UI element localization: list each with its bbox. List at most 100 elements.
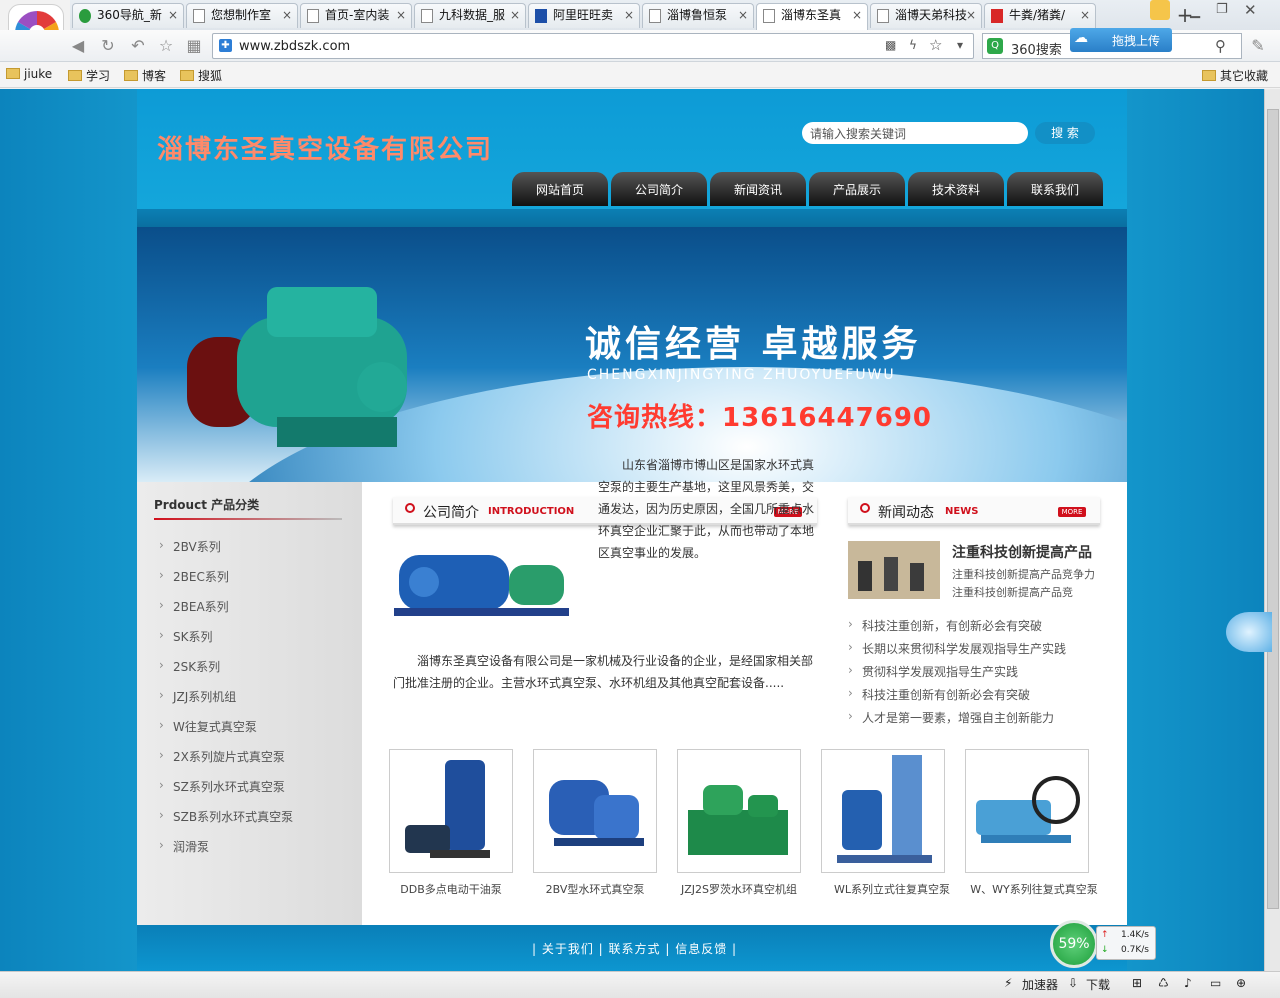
product-image[interactable] — [389, 749, 513, 873]
product-name[interactable]: WL系列立式往复真空泵 — [822, 881, 962, 897]
close-icon[interactable]: × — [1080, 4, 1090, 26]
product-name[interactable]: DDB多点电动干油泵 — [381, 881, 521, 897]
category-item[interactable]: 2BEC系列 — [159, 568, 229, 585]
site-search-button[interactable]: 搜 索 — [1035, 122, 1095, 144]
nav-contact[interactable]: 联系我们 — [1007, 172, 1103, 206]
maximize-icon[interactable]: ❐ — [1216, 2, 1228, 17]
page-icon — [79, 9, 91, 23]
other-bookmarks[interactable]: 其它收藏 — [1202, 67, 1268, 84]
category-item[interactable]: 2SK系列 — [159, 658, 220, 675]
category-item[interactable]: JZJ系列机组 — [159, 688, 236, 705]
tab-bar: 360导航_新 × 您想制作室 × 首页-室内装 × 九科数据_服 × 阿里旺旺卖 × 淄… — [70, 0, 1280, 30]
tab-active[interactable]: 淄博东圣真 × — [756, 3, 868, 30]
close-icon[interactable]: × — [966, 4, 976, 26]
upload-speed: 1.4K/s — [1121, 930, 1149, 940]
news-item[interactable]: 人才是第一要素，增强自主创新能力 — [848, 709, 1054, 726]
close-icon[interactable]: × — [738, 4, 748, 26]
star-icon[interactable]: ☆ — [929, 36, 942, 54]
product-name[interactable]: JZJ2S罗茨水环真空机组 — [669, 881, 809, 897]
bookmark-label: 学习 — [86, 69, 111, 83]
accelerator-button[interactable]: 加速器 — [1022, 976, 1058, 993]
trash-icon[interactable]: ♺ — [1158, 976, 1169, 990]
dropdown-icon[interactable]: ▾ — [957, 38, 963, 52]
news-item[interactable]: 贯彻科学发展观指导生产实践 — [848, 663, 1018, 680]
product-name[interactable]: W、WY系列往复式真空泵 — [964, 881, 1104, 897]
tab-3[interactable]: 首页-室内装 × — [300, 3, 412, 28]
zoom-icon[interactable]: ⊕ — [1236, 976, 1246, 990]
download-button[interactable]: 下载 — [1086, 976, 1110, 993]
bookmark-bar: jiuke 学习 博客 搜狐 其它收藏 — [0, 62, 1280, 88]
skin-icon[interactable] — [1150, 0, 1170, 20]
close-icon[interactable]: × — [282, 4, 292, 26]
product-image[interactable] — [677, 749, 801, 873]
close-window-icon[interactable]: ✕ — [1244, 1, 1257, 19]
category-item[interactable]: SK系列 — [159, 628, 212, 645]
bookmark-study[interactable]: 学习 — [68, 67, 110, 84]
page-icon — [649, 9, 661, 23]
close-icon[interactable]: × — [396, 4, 406, 26]
back-icon[interactable]: ◀ — [68, 36, 88, 56]
apps-grid-icon[interactable]: ▦ — [184, 36, 204, 56]
search-engine-icon[interactable]: Q — [987, 38, 1003, 54]
news-en-label: NEWS — [945, 506, 979, 517]
add-icon[interactable]: ⊞ — [1132, 976, 1142, 990]
refresh-icon[interactable]: ↻ — [98, 36, 118, 56]
close-icon[interactable]: × — [852, 4, 862, 26]
nav-home[interactable]: 网站首页 — [512, 172, 608, 206]
tab-5[interactable]: 阿里旺旺卖 × — [528, 3, 640, 28]
sound-icon[interactable]: ♪ — [1184, 976, 1192, 990]
product-name[interactable]: 2BV型水环式真空泵 — [525, 881, 665, 897]
nav-news[interactable]: 新闻资讯 — [710, 172, 806, 206]
nav-products[interactable]: 产品展示 — [809, 172, 905, 206]
tab-4[interactable]: 九科数据_服 × — [414, 3, 526, 28]
floating-widget-icon[interactable] — [1226, 612, 1272, 652]
news-item[interactable]: 科技注重创新，有创新必会有突破 — [848, 617, 1042, 634]
product-image[interactable] — [965, 749, 1089, 873]
close-icon[interactable]: × — [510, 4, 520, 26]
bookmark-blog[interactable]: 博客 — [124, 67, 166, 84]
tab-9[interactable]: 牛粪/猪粪/ × — [984, 3, 1096, 28]
search-icon[interactable]: ⚲ — [1215, 37, 1226, 55]
tab-2[interactable]: 您想制作室 × — [186, 3, 298, 28]
url-text[interactable]: www.zbdszk.com — [239, 39, 350, 54]
category-item[interactable]: SZ系列水环式真空泵 — [159, 778, 285, 795]
nav-tech[interactable]: 技术资料 — [908, 172, 1004, 206]
window-icon[interactable]: ▭ — [1210, 976, 1221, 990]
category-item[interactable]: SZB系列水环式真空泵 — [159, 808, 293, 825]
address-bar[interactable]: ✚ www.zbdszk.com ▩ ϟ ☆ ▾ — [212, 33, 974, 59]
news-more-button[interactable]: MORE — [1058, 507, 1086, 517]
scrollbar[interactable] — [1264, 89, 1280, 971]
tab-6[interactable]: 淄博鲁恒泵 × — [642, 3, 754, 28]
category-item[interactable]: 2BEA系列 — [159, 598, 229, 615]
news-feature-title[interactable]: 注重科技创新提高产品 — [952, 542, 1092, 562]
upload-button[interactable]: ☁ 拖拽上传 — [1070, 28, 1172, 52]
page-icon — [877, 9, 889, 23]
news-item[interactable]: 科技注重创新有创新必会有突破 — [848, 686, 1030, 703]
lightning-icon[interactable]: ϟ — [909, 38, 917, 52]
qr-code-icon[interactable]: ▩ — [885, 38, 896, 52]
category-item[interactable]: 润滑泵 — [159, 838, 209, 855]
tab-label: 淄博天弟科技 — [895, 8, 968, 22]
bookmark-jiuke[interactable]: jiuke — [6, 67, 52, 81]
close-icon[interactable]: × — [168, 4, 178, 26]
page-icon — [193, 9, 205, 23]
tools-icon[interactable]: ✎ — [1248, 36, 1268, 56]
close-icon[interactable]: × — [624, 4, 634, 26]
news-item[interactable]: 长期以来贯彻科学发展观指导生产实践 — [848, 640, 1066, 657]
product-image[interactable] — [821, 749, 945, 873]
category-item[interactable]: W往复式真空泵 — [159, 718, 257, 735]
category-item[interactable]: 2X系列旋片式真空泵 — [159, 748, 285, 765]
nav-about[interactable]: 公司简介 — [611, 172, 707, 206]
bookmark-sohu[interactable]: 搜狐 — [180, 67, 222, 84]
category-item[interactable]: 2BV系列 — [159, 538, 221, 555]
footer-links[interactable]: | 关于我们 | 联系方式 | 信息反馈 | — [532, 940, 737, 957]
tab-8[interactable]: 淄博天弟科技 × — [870, 3, 982, 28]
product-image[interactable] — [533, 749, 657, 873]
tab-360[interactable]: 360导航_新 × — [72, 3, 184, 28]
scrollbar-thumb[interactable] — [1267, 109, 1279, 909]
site-search-input[interactable]: 请输入搜索关键词 — [802, 122, 1028, 144]
network-speed-ball[interactable]: 59% — [1050, 920, 1098, 968]
minimize-icon[interactable]: ▁ — [1190, 4, 1200, 19]
favorite-star-icon[interactable]: ☆ — [156, 36, 176, 56]
undo-icon[interactable]: ↶ — [128, 36, 148, 56]
